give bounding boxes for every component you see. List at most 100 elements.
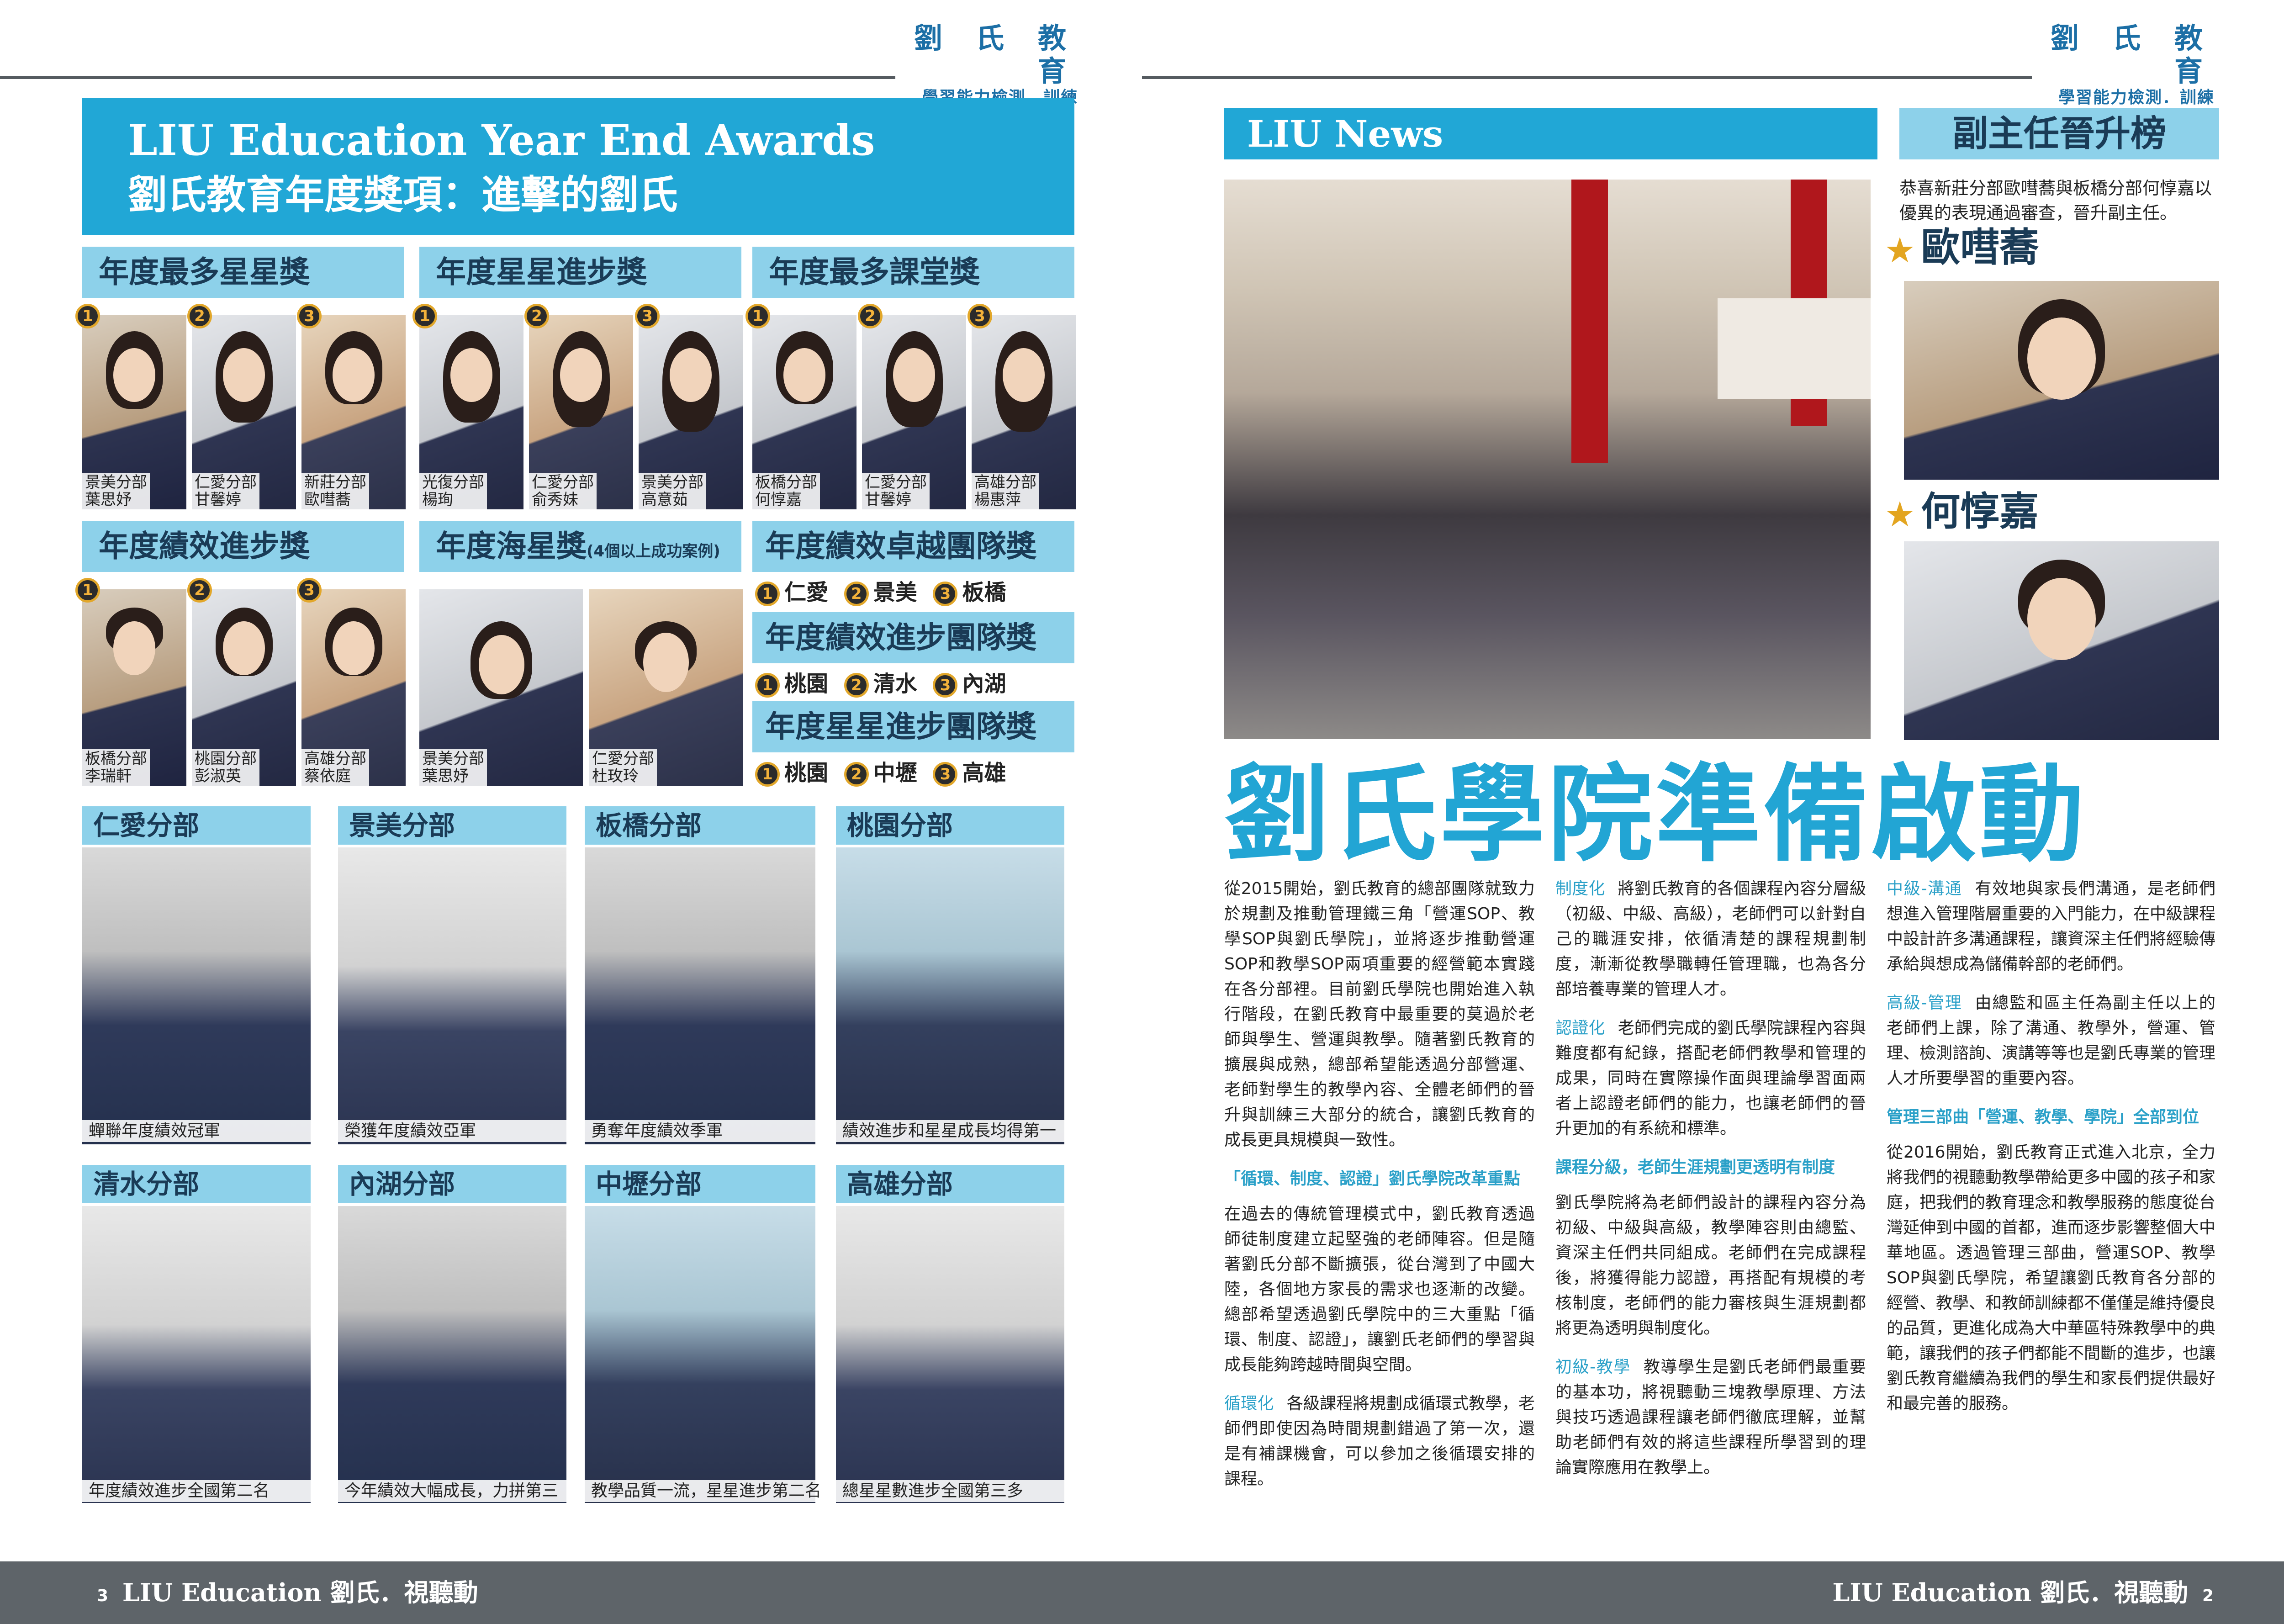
rank-medal: 3 bbox=[297, 304, 322, 328]
branch-header: 仁愛分部 bbox=[82, 806, 311, 845]
star-icon: ★ bbox=[1884, 229, 1916, 270]
brand-tagline: 學習能力檢測．訓練 bbox=[2058, 88, 2215, 107]
branch-header: 清水分部 bbox=[82, 1165, 311, 1203]
paragraph: 在過去的傳統管理模式中，劉氏教育透過師徒制度建立起堅強的老師陣容。但是隨著劉氏分… bbox=[1224, 1205, 1535, 1374]
winner-caption: 景美分部 葉思妤 bbox=[419, 749, 487, 786]
team-award-header: 年度星星進步團隊獎 bbox=[752, 701, 1074, 752]
paragraph: 制度化 將劉氏教育的各個課程內容分層級（初級、中級、高級），老師們可以針對自己的職… bbox=[1555, 879, 1866, 999]
award-header: 年度最多課堂獎 bbox=[752, 247, 1074, 298]
brand-name: 劉 氏 教 育 bbox=[914, 21, 1078, 88]
rank-medal: 3 bbox=[968, 304, 992, 328]
awards-title-zh: 劉氏教育年度獎項：進擊的劉氏 bbox=[128, 172, 678, 218]
winner-caption: 仁愛分部 杜玫玲 bbox=[589, 749, 657, 786]
rank-medal: 1 bbox=[75, 304, 100, 328]
paragraph: 從2016開始，劉氏教育正式進入北京，全力將我們的視聽動教學帶給更多中國的孩子和… bbox=[1887, 1143, 2216, 1413]
star-icon: ★ bbox=[1884, 493, 1916, 534]
award-header: 年度最多星星獎 bbox=[82, 247, 404, 298]
rank-medal: 2 bbox=[844, 582, 869, 606]
rank-medal: 2 bbox=[858, 304, 883, 328]
brand-right: 劉 氏 教 育 學習能力檢測．訓練 bbox=[2032, 22, 2215, 108]
article-column-2: 制度化 將劉氏教育的各個課程內容分層級（初級、中級、高級），老師們可以針對自己的職… bbox=[1555, 876, 1866, 1494]
branch-header: 景美分部 bbox=[338, 806, 566, 845]
branch-caption: 績效進步和星星成長均得第一 bbox=[836, 1120, 1064, 1142]
award-header: 年度績效進步獎 bbox=[82, 521, 404, 572]
promoted-person-name: ★ 何惇嘉 bbox=[1884, 489, 2039, 537]
section-subheading: 課程分級，老師生涯規劃更透明有制度 bbox=[1555, 1158, 1835, 1177]
winner-caption: 仁愛分部 甘馨婷 bbox=[192, 473, 259, 509]
article-column-1: 從2015開始，劉氏教育的總部團隊就致力於規劃及推動管理鐵三角「營運SOP、教學… bbox=[1224, 876, 1535, 1505]
winner-caption: 桃園分部 彭淑英 bbox=[192, 749, 259, 786]
news-group-photo bbox=[1224, 180, 1871, 739]
winner-caption: 板橋分部 李瑞軒 bbox=[82, 749, 150, 786]
promotion-text: 恭喜新莊分部歐嘒蕎與板橋分部何惇嘉以優異的表現通過審查，晉升副主任。 bbox=[1899, 178, 2212, 223]
paragraph: 認證化 老師們完成的劉氏學院課程內容與難度都有紀錄，搭配老師們教學和管理的成果，同… bbox=[1555, 1019, 1866, 1138]
rank-medal: 1 bbox=[75, 578, 100, 603]
winner-caption: 仁愛分部 甘馨婷 bbox=[862, 473, 930, 509]
brand-left: 劉 氏 教 育 學習能力檢測．訓練 bbox=[895, 22, 1078, 108]
rank-medal: 2 bbox=[524, 304, 549, 328]
branch-header: 內湖分部 bbox=[338, 1165, 566, 1203]
news-title-bar: LIU News bbox=[1224, 108, 1877, 159]
promoted-person-photo bbox=[1904, 281, 2219, 480]
branch-caption: 榮獲年度績效亞軍 bbox=[338, 1120, 566, 1142]
paragraph: 從2015開始，劉氏教育的總部團隊就致力於規劃及推動管理鐵三角「營運SOP、教學… bbox=[1224, 879, 1535, 1149]
branch-caption: 教學品質一流，星星進步第二名 bbox=[585, 1480, 821, 1502]
section-subheading: 管理三部曲「營運、教學、學院」全部到位 bbox=[1887, 1108, 2199, 1127]
footer-brand-en: LIU Education bbox=[122, 1578, 322, 1607]
footer-bar: 3 LIU Education 劉氏．視聽動 LIU Education 劉氏．… bbox=[0, 1561, 2284, 1624]
branch-group-photo bbox=[82, 1206, 311, 1503]
promotion-title-bar: 副主任晉升榜 bbox=[1899, 108, 2219, 159]
branch-header: 中壢分部 bbox=[585, 1165, 815, 1203]
promoted-person-name: ★ 歐嘒蕎 bbox=[1884, 225, 2039, 273]
rank-medal: 3 bbox=[933, 673, 958, 698]
paragraph: 高級-管理 由總監和區主任為副主任以上的老師們上課，除了溝通、教學外，營運、管理、… bbox=[1887, 994, 2216, 1088]
branch-group-photo bbox=[585, 847, 815, 1144]
branch-group-photo bbox=[585, 1206, 815, 1503]
footer-brand-en: LIU Education bbox=[1832, 1578, 2032, 1607]
winner-caption: 景美分部 高意茹 bbox=[639, 473, 706, 509]
rank-medal: 1 bbox=[745, 304, 770, 328]
branch-caption: 今年績效大幅成長，力拼第三 bbox=[338, 1480, 566, 1502]
rank-medal: 3 bbox=[297, 578, 322, 603]
branch-group-photo bbox=[338, 1206, 566, 1503]
footer-brand-zh: 劉氏．視聽動 bbox=[2040, 1578, 2189, 1607]
rank-medal: 3 bbox=[933, 582, 958, 606]
section-subheading: 「循環、制度、認證」劉氏學院改革重點 bbox=[1224, 1169, 1521, 1188]
winner-caption: 高雄分部 楊惠萍 bbox=[972, 473, 1039, 509]
winner-caption: 仁愛分部 俞秀妹 bbox=[529, 473, 597, 509]
footer-brand-zh: 劉氏．視聽動 bbox=[330, 1578, 478, 1607]
paragraph: 中級-溝通 有效地與家長們溝通，是老師們想進入管理階層重要的入門能力，在中級課程中… bbox=[1887, 879, 2216, 973]
awards-title-banner: LIU Education Year End Awards 劉氏教育年度獎項：進… bbox=[82, 98, 1074, 235]
rank-medal: 1 bbox=[755, 673, 780, 698]
team-ranking: 1 桃園 2 中壢 3 高雄 bbox=[747, 758, 1006, 788]
rank-medal: 2 bbox=[844, 762, 869, 787]
rank-medal: 1 bbox=[755, 762, 780, 787]
winner-caption: 光復分部 楊珣 bbox=[419, 473, 487, 509]
article-headline: 劉氏學院準備啟動 bbox=[1224, 754, 2087, 876]
branch-caption: 蟬聯年度績效冠軍 bbox=[82, 1120, 311, 1142]
footer-right: LIU Education 劉氏．視聽動 2 bbox=[1832, 1561, 2219, 1624]
rank-medal: 2 bbox=[187, 304, 212, 328]
keyword: 高級-管理 bbox=[1887, 994, 1962, 1012]
award-header: 年度海星獎(4個以上成功案例) bbox=[419, 521, 741, 572]
keyword: 循環化 bbox=[1224, 1394, 1274, 1413]
header-rule-left bbox=[0, 76, 895, 79]
page-number: 2 bbox=[2202, 1587, 2214, 1605]
keyword: 初級-教學 bbox=[1555, 1358, 1631, 1376]
keyword: 制度化 bbox=[1555, 879, 1605, 898]
branch-group-photo bbox=[82, 847, 311, 1144]
branch-group-photo bbox=[836, 847, 1064, 1144]
keyword: 認證化 bbox=[1555, 1019, 1605, 1037]
branch-group-photo bbox=[836, 1206, 1064, 1503]
awards-title-en: LIU Education Year End Awards bbox=[128, 116, 875, 165]
winner-caption: 板橋分部 何惇嘉 bbox=[752, 473, 820, 509]
team-award-header: 年度績效卓越團隊獎 bbox=[752, 521, 1074, 572]
paragraph: 劉氏學院將為老師們設計的課程內容分為初級、中級與高級，教學陣容則由總監、資深主任… bbox=[1555, 1193, 1866, 1338]
branch-header: 桃園分部 bbox=[836, 806, 1064, 845]
article-column-3: 中級-溝通 有效地與家長們溝通，是老師們想進入管理階層重要的入門能力，在中級課程中… bbox=[1887, 876, 2215, 1430]
award-header: 年度星星進步獎 bbox=[419, 247, 741, 298]
team-ranking: 1 桃園 2 清水 3 內湖 bbox=[747, 669, 1006, 698]
branch-header: 高雄分部 bbox=[836, 1165, 1064, 1203]
page-number: 3 bbox=[97, 1587, 109, 1605]
keyword: 中級-溝通 bbox=[1887, 879, 1962, 898]
